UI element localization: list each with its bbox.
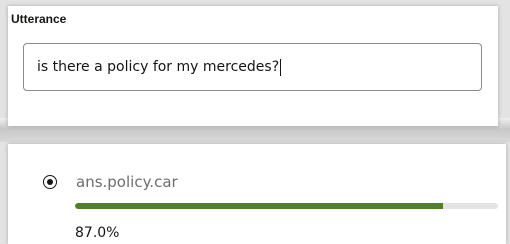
- radio-selected-dot: [47, 179, 53, 185]
- confidence-percent: 87.0%: [75, 225, 120, 241]
- confidence-bar-track: [75, 203, 498, 209]
- text-caret: [280, 58, 282, 76]
- intent-radio-button[interactable]: [43, 175, 57, 189]
- utterance-input-value: is there a policy for my mercedes?: [37, 59, 280, 75]
- utterance-input[interactable]: is there a policy for my mercedes?: [23, 43, 482, 91]
- confidence-bar-fill: [75, 203, 443, 209]
- intent-name: ans.policy.car: [76, 173, 178, 191]
- utterance-label: Utterance: [11, 12, 67, 26]
